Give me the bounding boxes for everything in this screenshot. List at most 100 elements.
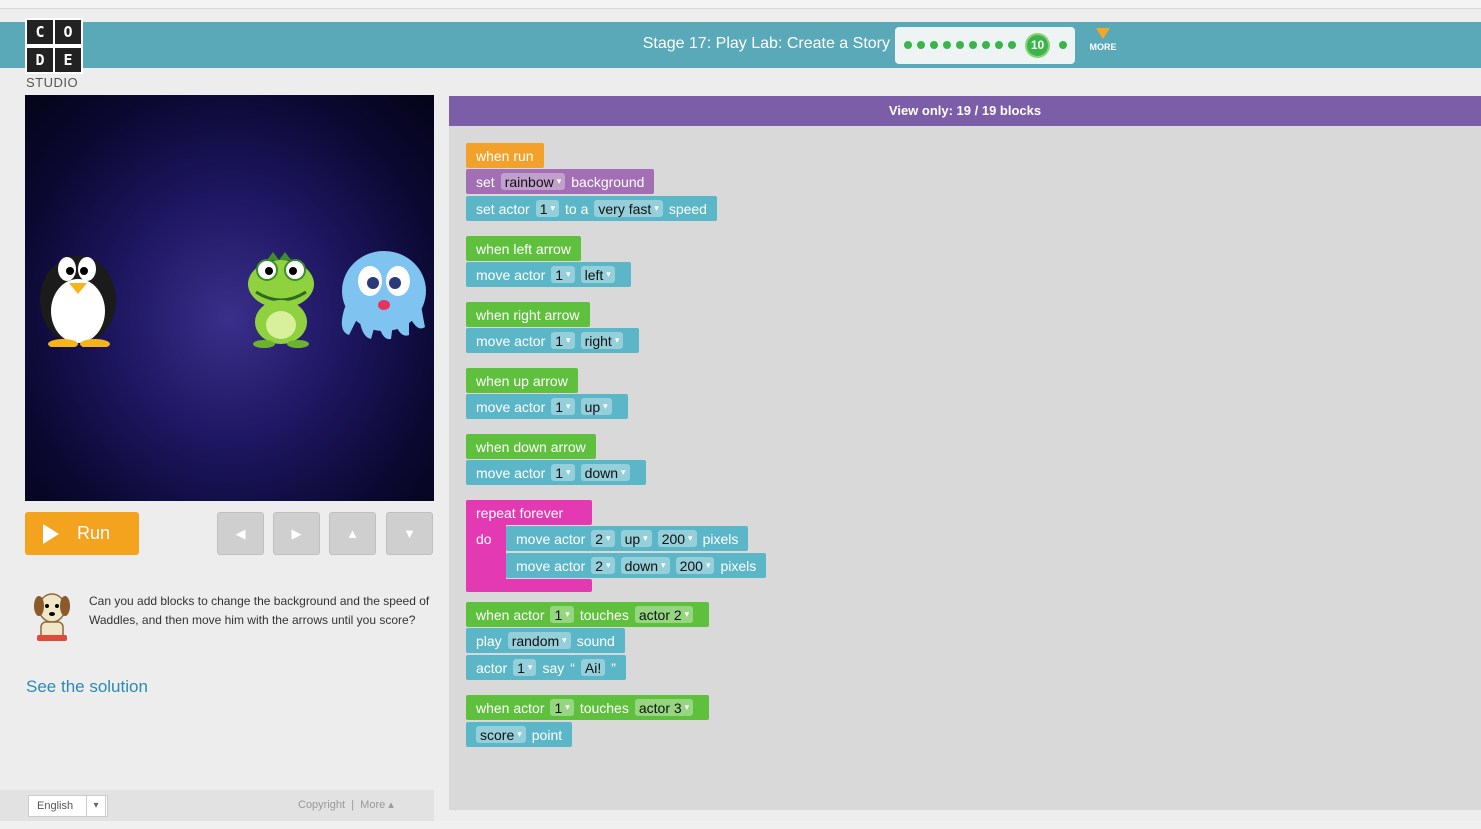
when-down-arrow-block[interactable]: when down arrow bbox=[466, 434, 596, 459]
logo-studio-text: STUDIO bbox=[26, 75, 79, 90]
score-point-block[interactable]: score point bbox=[466, 722, 573, 747]
block-text: when actor bbox=[476, 606, 545, 623]
level-dot[interactable] bbox=[917, 41, 925, 49]
block-text: move actor bbox=[516, 557, 586, 574]
copyright-link[interactable]: Copyright bbox=[298, 799, 345, 811]
more-menu[interactable]: MORE bbox=[1085, 28, 1121, 52]
block-text: touches bbox=[579, 699, 629, 716]
set-speed-block[interactable]: set actor 1 to a very fast speed bbox=[466, 196, 717, 221]
penguin-sprite bbox=[40, 256, 116, 347]
block-text: set actor bbox=[476, 200, 530, 217]
direction-dropdown[interactable]: right bbox=[580, 332, 624, 349]
distance-dropdown[interactable]: 200 bbox=[675, 557, 715, 574]
level-dot[interactable] bbox=[995, 41, 1003, 49]
block-text: when right arrow bbox=[476, 306, 580, 323]
actor-dropdown[interactable]: 1 bbox=[551, 266, 575, 283]
when-run-block[interactable]: when run bbox=[466, 143, 544, 168]
up-triangle-icon: ▲ bbox=[346, 526, 359, 541]
block-text: when actor bbox=[476, 699, 545, 716]
level-dot[interactable] bbox=[956, 41, 964, 49]
play-sound-block[interactable]: play random sound bbox=[466, 628, 625, 653]
actor-dropdown[interactable]: 1 bbox=[535, 200, 560, 217]
see-solution-link[interactable]: See the solution bbox=[26, 677, 148, 697]
block-text: when left arrow bbox=[476, 240, 571, 257]
actor-say-block[interactable]: actor 1 say “ Ai! ” bbox=[466, 655, 626, 680]
block-text: sound bbox=[576, 632, 615, 649]
block-text: move actor bbox=[516, 530, 586, 547]
current-level-bubble[interactable]: 10 bbox=[1025, 33, 1050, 58]
actor-dropdown[interactable]: 1 bbox=[551, 464, 575, 481]
move-right-block[interactable]: move actor 1 right bbox=[466, 328, 640, 353]
chevron-down-icon[interactable]: ▾ bbox=[86, 795, 106, 817]
left-arrow-button[interactable]: ◀ bbox=[217, 512, 264, 555]
actor-dropdown[interactable]: 1 bbox=[551, 398, 575, 415]
browser-bottom-strip bbox=[0, 821, 1481, 829]
say-text-input[interactable]: Ai! bbox=[580, 659, 606, 676]
level-dot[interactable] bbox=[969, 41, 977, 49]
code-studio-logo[interactable]: C O D E bbox=[25, 18, 83, 74]
block-text: actor bbox=[476, 659, 508, 676]
sound-dropdown[interactable]: random bbox=[507, 632, 571, 649]
block-text: say bbox=[542, 659, 565, 676]
repeat-forever-block[interactable]: repeat forever bbox=[466, 500, 592, 525]
distance-dropdown[interactable]: 200 bbox=[657, 530, 697, 547]
level-dot[interactable] bbox=[982, 41, 990, 49]
direction-dropdown[interactable]: down bbox=[620, 557, 670, 574]
when-left-arrow-block[interactable]: when left arrow bbox=[466, 236, 581, 261]
run-button[interactable]: Run bbox=[25, 512, 139, 555]
footer-separator: | bbox=[348, 799, 361, 811]
when-right-arrow-block[interactable]: when right arrow bbox=[466, 302, 590, 327]
level-dot[interactable] bbox=[1008, 41, 1016, 49]
actor-dropdown[interactable]: 1 bbox=[550, 699, 574, 716]
left-triangle-icon: ◀ bbox=[235, 526, 246, 541]
logo-letter: E bbox=[55, 48, 81, 72]
set-background-block[interactable]: set rainbow background bbox=[466, 169, 655, 194]
score-dropdown[interactable]: score bbox=[476, 726, 526, 743]
more-link[interactable]: More ▴ bbox=[360, 799, 394, 811]
level-dot[interactable] bbox=[904, 41, 912, 49]
direction-dropdown[interactable]: up bbox=[580, 398, 612, 415]
right-arrow-button[interactable]: ▶ bbox=[273, 512, 320, 555]
move-left-block[interactable]: move actor 1 left bbox=[466, 262, 631, 287]
actor-dropdown[interactable]: 1 bbox=[513, 659, 537, 676]
target-dropdown[interactable]: actor 2 bbox=[634, 606, 694, 623]
direction-dropdown[interactable]: left bbox=[580, 266, 615, 283]
target-dropdown[interactable]: actor 3 bbox=[634, 699, 694, 716]
move-up-block[interactable]: move actor 1 up bbox=[466, 394, 628, 419]
up-arrow-button[interactable]: ▲ bbox=[329, 512, 376, 555]
play-stage[interactable] bbox=[25, 95, 434, 501]
level-dot[interactable] bbox=[1059, 41, 1067, 49]
block-text: when run bbox=[476, 147, 534, 164]
block-text: pixels bbox=[702, 530, 739, 547]
actor-dropdown[interactable]: 2 bbox=[591, 530, 615, 547]
block-text: move actor bbox=[476, 464, 546, 481]
move-actor-down-pixels-block[interactable]: move actor 2 down 200 pixels bbox=[506, 553, 767, 578]
speed-dropdown[interactable]: very fast bbox=[594, 200, 663, 217]
block-text: move actor bbox=[476, 332, 546, 349]
down-arrow-button[interactable]: ▼ bbox=[386, 512, 433, 555]
open-quote: “ bbox=[570, 659, 575, 676]
actor-dropdown[interactable]: 1 bbox=[551, 332, 575, 349]
when-actor-touches-block[interactable]: when actor 1 touches actor 2 bbox=[466, 602, 710, 627]
block-text: when up arrow bbox=[476, 372, 568, 389]
instructions-text: Can you add blocks to change the backgro… bbox=[89, 594, 430, 627]
block-text: set bbox=[476, 173, 495, 190]
block-text: point bbox=[531, 726, 563, 743]
level-progress: 10 bbox=[895, 27, 1075, 64]
logo-letter: D bbox=[27, 48, 53, 72]
direction-dropdown[interactable]: up bbox=[620, 530, 652, 547]
actor-dropdown[interactable]: 1 bbox=[550, 606, 574, 623]
when-up-arrow-block[interactable]: when up arrow bbox=[466, 368, 578, 393]
when-actor-touches-block[interactable]: when actor 1 touches actor 3 bbox=[466, 695, 710, 720]
background-dropdown[interactable]: rainbow bbox=[500, 173, 566, 190]
more-label: MORE bbox=[1089, 42, 1117, 52]
move-down-block[interactable]: move actor 1 down bbox=[466, 460, 646, 485]
actor-dropdown[interactable]: 2 bbox=[591, 557, 615, 574]
level-dot[interactable] bbox=[930, 41, 938, 49]
level-dot[interactable] bbox=[943, 41, 951, 49]
do-label: do bbox=[476, 531, 492, 547]
block-text: when down arrow bbox=[476, 438, 586, 455]
direction-dropdown[interactable]: down bbox=[580, 464, 630, 481]
move-actor-up-pixels-block[interactable]: move actor 2 up 200 pixels bbox=[506, 526, 749, 551]
block-text: play bbox=[476, 632, 502, 649]
